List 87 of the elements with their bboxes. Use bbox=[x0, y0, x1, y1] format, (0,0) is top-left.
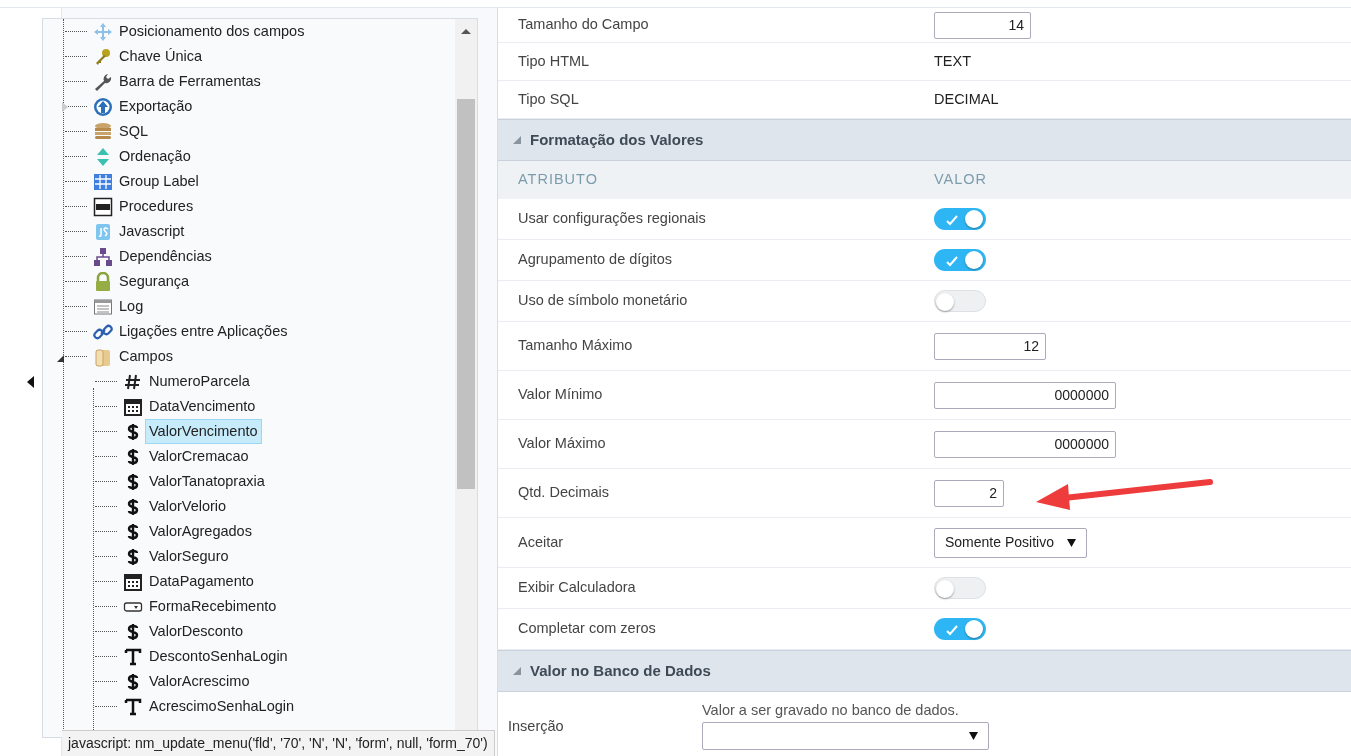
tree-item[interactable]: Ordenação bbox=[115, 143, 195, 170]
tree-item[interactable]: AcrescimoSenhaLogin bbox=[145, 693, 299, 720]
tree-item[interactable]: ValorAgregados bbox=[145, 518, 256, 545]
tree-item[interactable]: FormaRecebimento bbox=[145, 593, 281, 620]
toggle-switch[interactable] bbox=[934, 249, 986, 271]
grid-icon bbox=[93, 171, 113, 192]
column-header: ATRIBUTO bbox=[518, 170, 599, 190]
calendar-icon bbox=[123, 396, 143, 417]
tree-item[interactable]: DescontoSenhaLogin bbox=[145, 643, 292, 670]
section-title: Valor no Banco de Dados bbox=[530, 660, 711, 681]
section-title: Formatação dos Valores bbox=[530, 129, 704, 150]
field-label: Tamanho do Campo bbox=[518, 15, 650, 35]
tree-item[interactable]: ValorCremacao bbox=[145, 443, 253, 470]
tree-item[interactable]: Barra de Ferramentas bbox=[115, 68, 265, 95]
section-header[interactable]: Formatação dos Valores bbox=[498, 119, 1351, 161]
check-icon bbox=[946, 255, 958, 267]
check-icon bbox=[946, 624, 958, 636]
caret-icon bbox=[969, 731, 978, 740]
database-icon bbox=[93, 121, 113, 142]
tree-item[interactable]: ValorVelorio bbox=[145, 493, 231, 520]
select-field[interactable]: Somente Positivo bbox=[934, 527, 1087, 558]
field-value: DECIMAL bbox=[934, 89, 999, 109]
section-header[interactable]: Valor no Banco de Dados bbox=[498, 650, 1351, 692]
input-field[interactable]: 2 bbox=[934, 479, 1004, 507]
tree-item[interactable]: Dependências bbox=[115, 243, 216, 270]
toggle-switch[interactable] bbox=[934, 290, 986, 312]
text-icon bbox=[123, 696, 143, 717]
scroll-up-icon[interactable] bbox=[461, 27, 471, 37]
tree-item[interactable]: Group Label bbox=[115, 168, 203, 195]
tree-item[interactable]: Procedures bbox=[115, 193, 198, 220]
collapse-icon[interactable] bbox=[26, 376, 35, 388]
tree-item[interactable]: ValorTanatopraxia bbox=[145, 468, 269, 495]
field-label: Tipo SQL bbox=[518, 89, 580, 109]
input-field[interactable]: 0000000 bbox=[934, 430, 1116, 458]
status-tooltip: javascript: nm_update_menu('fld', '70', 'N', 'N', 'form', null, 'form_70') bbox=[62, 730, 495, 756]
tree-item[interactable]: DataVencimento bbox=[145, 393, 260, 420]
tree-item[interactable]: ValorAcrescimo bbox=[145, 668, 254, 695]
select-field[interactable] bbox=[702, 721, 989, 750]
hint-text: Valor a ser gravado no banco de dados. bbox=[702, 701, 960, 720]
tree-item[interactable]: Javascript bbox=[115, 218, 189, 245]
field-label: Inserção bbox=[508, 717, 565, 736]
field-label: Exibir Calculadora bbox=[518, 578, 637, 598]
tree-item[interactable]: SQL bbox=[115, 118, 152, 145]
text-icon bbox=[123, 646, 143, 667]
tree-item[interactable]: Log bbox=[115, 293, 148, 320]
toggle-switch[interactable] bbox=[934, 208, 986, 230]
list-icon bbox=[93, 296, 113, 317]
tree-item[interactable]: Ligações entre Aplicações bbox=[115, 318, 292, 345]
tree-item[interactable]: Campos bbox=[115, 343, 177, 370]
field-label: Aceitar bbox=[518, 532, 565, 552]
tree-item[interactable]: Exportação bbox=[115, 93, 197, 120]
check-icon bbox=[946, 214, 958, 226]
move-icon bbox=[93, 21, 113, 42]
wrench-icon bbox=[93, 71, 113, 92]
tree-item[interactable]: Posicionamento dos campos bbox=[115, 19, 309, 45]
input-field[interactable]: 14 bbox=[934, 11, 1031, 39]
field-label: Usar configurações regionais bbox=[518, 209, 707, 229]
field-label: Uso de símbolo monetário bbox=[518, 291, 689, 311]
column-header: VALOR bbox=[934, 170, 988, 190]
input-field[interactable]: 0000000 bbox=[934, 381, 1116, 409]
field-label: Tipo HTML bbox=[518, 51, 591, 71]
folder-icon bbox=[93, 346, 113, 367]
field-label: Tamanho Máximo bbox=[518, 336, 634, 356]
caret-icon bbox=[1067, 538, 1076, 547]
lock-icon bbox=[93, 271, 113, 292]
tree-item[interactable]: ValorVencimento bbox=[145, 418, 262, 445]
toggle-switch[interactable] bbox=[934, 618, 986, 640]
tree-item[interactable]: Segurança bbox=[115, 268, 194, 295]
toggle-switch[interactable] bbox=[934, 577, 986, 599]
upload-icon bbox=[93, 96, 113, 117]
field-label: Valor Máximo bbox=[518, 434, 607, 454]
field-label: Qtd. Decimais bbox=[518, 483, 611, 503]
hierarchy-icon bbox=[93, 246, 113, 267]
field-label: Valor Mínimo bbox=[518, 385, 604, 405]
field-label: Agrupamento de dígitos bbox=[518, 250, 673, 270]
field-value: TEXT bbox=[934, 51, 972, 71]
tree-item[interactable]: DataPagamento bbox=[145, 568, 258, 595]
expanded-icon[interactable] bbox=[57, 355, 64, 362]
tree-item[interactable]: NumeroParcela bbox=[145, 368, 254, 395]
tree-item[interactable]: Chave Única bbox=[115, 43, 206, 70]
tree-item[interactable]: ValorDesconto bbox=[145, 618, 248, 645]
field-label: Completar com zeros bbox=[518, 619, 657, 639]
input-field[interactable]: 12 bbox=[934, 332, 1046, 360]
collapsed-icon[interactable] bbox=[62, 102, 68, 112]
tree-item[interactable]: ValorSeguro bbox=[145, 543, 233, 570]
calendar-icon bbox=[123, 571, 143, 592]
js-file-icon bbox=[93, 221, 113, 242]
